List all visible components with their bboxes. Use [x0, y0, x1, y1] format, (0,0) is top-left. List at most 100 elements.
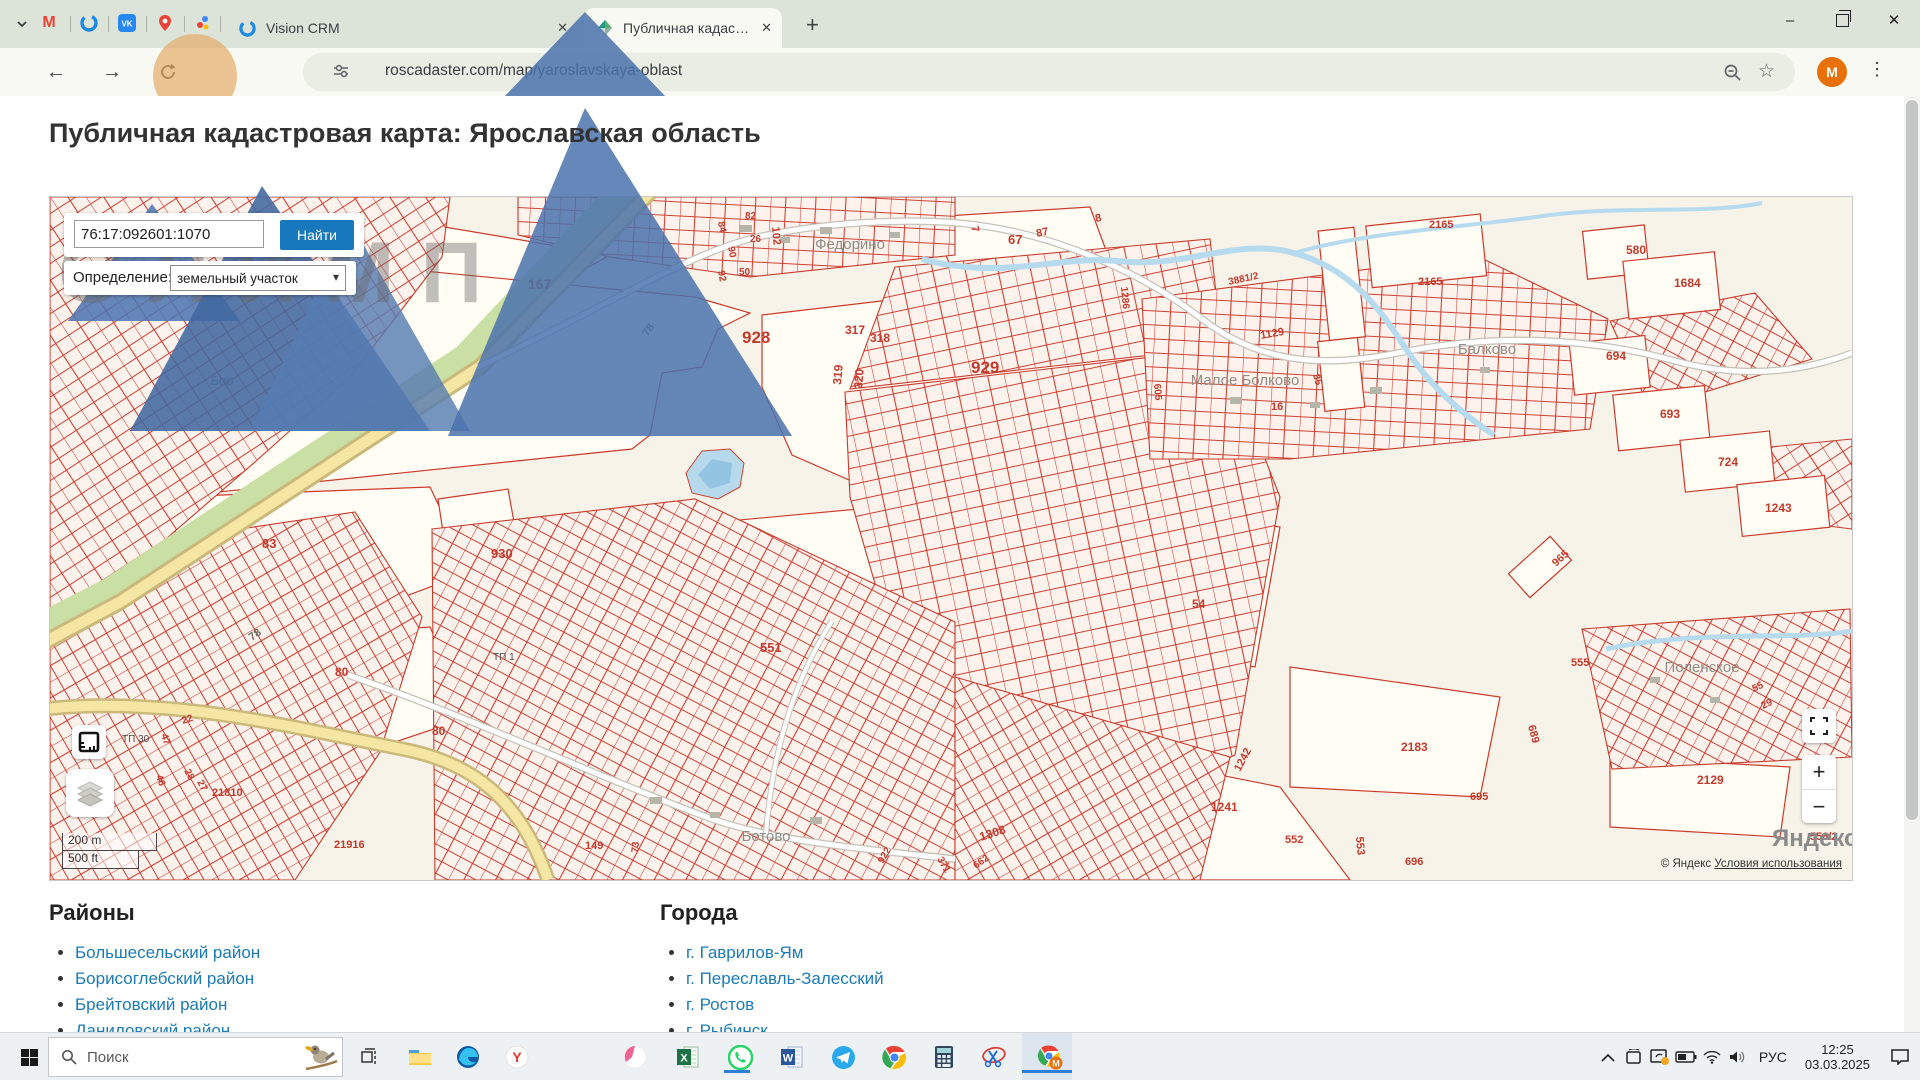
excel-icon[interactable]: X	[672, 1041, 704, 1073]
wifi-icon[interactable]	[1699, 1033, 1725, 1080]
pinned-tab-vision-icon[interactable]	[78, 12, 100, 34]
vision-crm-favicon	[236, 17, 258, 39]
chevron-down-icon	[15, 17, 29, 31]
terms-link[interactable]: Условия использования	[1714, 858, 1842, 870]
map-label: 167	[528, 276, 552, 292]
fullscreen-icon	[1810, 717, 1828, 735]
pinned-tab-gmail-icon[interactable]: M	[38, 12, 60, 34]
map-label: Бор	[211, 373, 234, 388]
profile-avatar[interactable]: M	[1817, 57, 1847, 87]
battery-icon[interactable]	[1673, 1033, 1699, 1080]
browser-menu-icon[interactable]: ⋮	[1868, 59, 1886, 80]
map-label: 696	[1405, 856, 1423, 868]
tab-vision-crm[interactable]: Vision CRM ✕	[228, 8, 580, 48]
pinned-tab-dots-icon[interactable]	[192, 12, 214, 34]
window-minimize-button[interactable]: –	[1764, 0, 1816, 40]
tray-date: 03.03.2025	[1805, 1057, 1870, 1072]
new-tab-button[interactable]: +	[800, 14, 825, 36]
tab-separator	[184, 16, 185, 32]
map-label: 80	[432, 724, 446, 738]
map-label: 930	[491, 546, 513, 561]
language-indicator[interactable]: РУС	[1759, 1049, 1787, 1065]
layers-button[interactable]	[66, 769, 114, 817]
tab-cadastre-active[interactable]: Публичная кадастровая карта ✕	[584, 8, 782, 48]
pinned-tab-vk-icon[interactable]: VK	[116, 12, 138, 34]
tablet-mode-icon[interactable]	[1621, 1033, 1647, 1080]
map-label: 26	[750, 234, 762, 245]
pinned-tab-maps-icon[interactable]	[154, 12, 176, 34]
scale-imperial: 500 ft	[62, 851, 139, 869]
map-search-panel: Найти	[64, 213, 364, 257]
file-explorer-icon[interactable]	[404, 1041, 436, 1073]
map-canvas[interactable]: 1676792892931731831932010287878393055154…	[50, 197, 1852, 880]
action-center-icon[interactable]	[1880, 1033, 1920, 1080]
bookmark-star-icon[interactable]: ☆	[1758, 60, 1775, 83]
taskbar-search-box[interactable]: Поиск	[48, 1037, 343, 1077]
forward-button[interactable]: →	[96, 56, 128, 88]
snipping-tool-icon[interactable]	[978, 1041, 1010, 1073]
map-label: 73	[630, 841, 642, 853]
tab-separator	[108, 16, 109, 32]
tab-title: Публичная кадастровая карта	[623, 20, 751, 36]
whatsapp-icon[interactable]	[724, 1041, 756, 1073]
edge-browser-icon[interactable]	[452, 1041, 484, 1073]
site-info-icon[interactable]	[331, 61, 351, 86]
scrollbar-thumb[interactable]	[1906, 100, 1918, 820]
word-icon[interactable]: W	[776, 1041, 808, 1073]
map-label: 1241	[1211, 800, 1238, 814]
section-link[interactable]: Борисоглебский район	[75, 969, 254, 988]
object-type-select[interactable]: земельный участок ▾	[170, 265, 346, 291]
section-link[interactable]: г. Гаврилов-Ям	[686, 943, 803, 962]
map-label: Ботово	[741, 828, 790, 845]
tab-title: Vision CRM	[266, 20, 340, 36]
back-button[interactable]: ←	[40, 56, 72, 88]
section-link[interactable]: г. Переславль-Залесский	[686, 969, 884, 988]
cadastre-map[interactable]: 1676792892931731831932010287878393055154…	[49, 196, 1853, 881]
section-link[interactable]: г. Ростов	[686, 995, 754, 1014]
map-label: 83	[262, 536, 276, 551]
tray-clock[interactable]: 12:25 03.03.2025	[1805, 1042, 1870, 1072]
reload-button[interactable]	[152, 56, 184, 88]
zoom-page-icon[interactable]	[1723, 63, 1742, 87]
start-button[interactable]	[10, 1033, 48, 1080]
map-label: 67	[1008, 232, 1022, 247]
tab-close-icon[interactable]: ✕	[557, 20, 568, 36]
zoom-in-button[interactable]: +	[1802, 755, 1836, 790]
map-label: 694	[1606, 349, 1626, 363]
chrome-profile-icon[interactable]: M	[1034, 1041, 1066, 1073]
display-cast-icon[interactable]	[1647, 1033, 1673, 1080]
address-bar[interactable]: roscadaster.com/map/yaroslavskaya-oblast…	[303, 53, 1795, 91]
task-view-button[interactable]	[354, 1041, 386, 1073]
volume-icon[interactable]	[1725, 1033, 1751, 1080]
yandex-logo[interactable]: Яндекс	[1772, 825, 1853, 853]
tab-search-button[interactable]	[6, 8, 38, 40]
window-close-button[interactable]: ✕	[1868, 0, 1920, 40]
measure-tool-button[interactable]	[72, 725, 106, 759]
taskbar: Поиск Y X	[0, 1032, 1920, 1080]
svg-text:VK: VK	[121, 20, 132, 29]
svg-text:X: X	[680, 1053, 688, 1065]
window-restore-button[interactable]	[1816, 0, 1868, 40]
fullscreen-button[interactable]	[1802, 709, 1836, 743]
svg-text:W: W	[783, 1053, 794, 1065]
telegram-icon[interactable]	[827, 1041, 859, 1073]
list-item: г. Ростов	[686, 992, 884, 1018]
tab-close-icon[interactable]: ✕	[761, 20, 772, 36]
map-label: Балково	[1458, 341, 1516, 358]
page-scrollbar[interactable]	[1904, 96, 1920, 1032]
calculator-icon[interactable]	[928, 1041, 960, 1073]
section-link[interactable]: Большесельский район	[75, 943, 260, 962]
section-link[interactable]: Брейтовский район	[75, 995, 227, 1014]
search-highlight-bird-icon[interactable]	[304, 1039, 338, 1075]
yandex-browser-icon[interactable]: Y	[501, 1041, 533, 1073]
map-label: 87	[1035, 226, 1049, 240]
pink-swirl-app-icon[interactable]	[619, 1041, 651, 1073]
tray-expand-icon[interactable]	[1595, 1033, 1621, 1080]
chrome-icon[interactable]	[878, 1041, 910, 1073]
map-label: 580	[1626, 243, 1646, 257]
cadastre-search-input[interactable]	[74, 220, 264, 248]
find-button[interactable]: Найти	[280, 220, 354, 250]
zoom-out-button[interactable]: −	[1802, 790, 1836, 824]
map-label: 928	[742, 328, 770, 347]
select-caret-icon: ▾	[333, 270, 339, 284]
